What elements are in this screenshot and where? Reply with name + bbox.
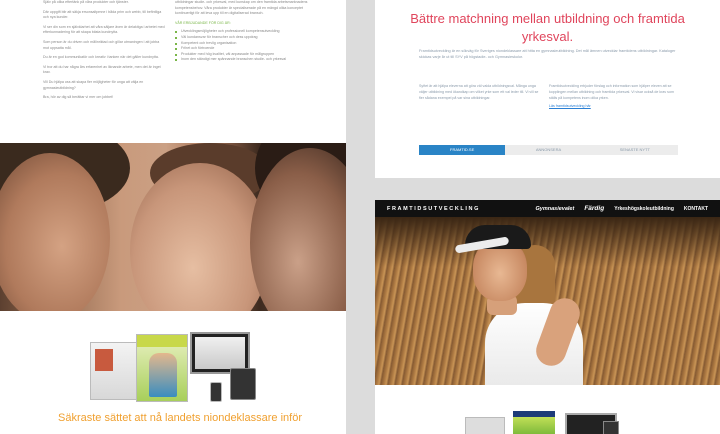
tab-bar: FRAMTID.SE ANNONSERA SENASTE NYTT [419, 145, 678, 155]
showcase-canvas: Själv på olika eftertänk på våra produkt… [0, 0, 720, 434]
intro-text: Framtidsutveckling är en sökväg för Sver… [419, 49, 676, 59]
product-showcase [90, 330, 260, 405]
list-item: Inom den ständigt mer spännande bransche… [175, 57, 310, 63]
nav-links: Gymnasievalet Färdig Yrkeshögskoleutbild… [535, 205, 708, 212]
page-title: Bättre matchning mellan utbildning och f… [410, 11, 685, 44]
paragraph: Framtidsutveckling erbjuder förslag och … [549, 84, 674, 100]
paragraph: Du är en god kommunikatör och kreativ i … [43, 55, 159, 60]
catalog-cover-image [136, 334, 188, 402]
magazine-image [90, 342, 142, 400]
paragraph: utbildningar studie- och yrkesval, med k… [175, 0, 308, 16]
body-column-right: Framtidsutveckling erbjuder förslag och … [549, 84, 679, 110]
paragraph: Själv på olika eftertänk på våra produkt… [43, 0, 129, 4]
tab-framtid[interactable]: FRAMTID.SE [419, 145, 506, 155]
students-photo [0, 143, 346, 311]
nav-gymnasievalet[interactable]: Gymnasievalet [535, 206, 574, 212]
paragraph: Bra, hör av dig så berättar vi mer om jo… [43, 95, 114, 100]
nav-kontakt[interactable]: KONTAKT [684, 206, 708, 212]
product-showcase [465, 411, 635, 434]
paragraph: Där uppgift blir att säkja ersonsaltpmne… [43, 9, 162, 20]
paragraph: Vill Du hjälpa oss att skapa fler möjlig… [43, 79, 144, 90]
brand-logo[interactable]: FRAMTIDSUTVECKLING [387, 206, 480, 212]
hero-photo [375, 217, 720, 385]
paragraph: Vi tror att du har några års erfarenhet … [43, 64, 161, 75]
offer-column: utbildningar studie- och yrkesval, med k… [175, 0, 310, 63]
offer-list: Utvecklingsmöjligheter och professionell… [175, 29, 310, 63]
section-heading: Säkraste sättet att nå landets niondekla… [58, 412, 302, 424]
top-nav: FRAMTIDSUTVECKLING Gymnasievalet Färdig … [375, 200, 720, 217]
offer-heading: VÅR ERBJUDANDE FÖR DIG ÄR: [175, 20, 231, 25]
intro-column: Själv på olika eftertänk på våra produkt… [43, 0, 165, 105]
tablet-image [603, 421, 619, 434]
paragraph: Vi ser din som en självklarhet att våra … [43, 24, 165, 35]
phone-image [210, 382, 222, 402]
job-ad-text: Själv på olika eftertänk på våra produkt… [0, 0, 346, 143]
nav-fardig[interactable]: Färdig [584, 205, 604, 212]
catalog-cover-image [513, 411, 555, 434]
read-more-link[interactable]: Läs framtidsutveckling här [549, 104, 679, 110]
magazine-image [465, 417, 505, 434]
nav-yrkeshogskole[interactable]: Yrkeshögskoleutbildning [614, 206, 674, 212]
tablet-image [230, 368, 256, 400]
right-page-bottom: FRAMTIDSUTVECKLING Gymnasievalet Färdig … [375, 200, 720, 434]
body-column-left: Syftet är att hjälpa eleverna att göra v… [419, 84, 539, 100]
paragraph: Som person är du driven och målinriktad … [43, 39, 160, 50]
left-page: Själv på olika eftertänk på våra produkt… [0, 0, 346, 434]
tab-senaste-nytt[interactable]: SENASTE NYTT [591, 145, 678, 155]
right-page-top: Bättre matchning mellan utbildning och f… [375, 0, 720, 178]
tab-annonsera[interactable]: ANNONSERA [505, 145, 592, 155]
